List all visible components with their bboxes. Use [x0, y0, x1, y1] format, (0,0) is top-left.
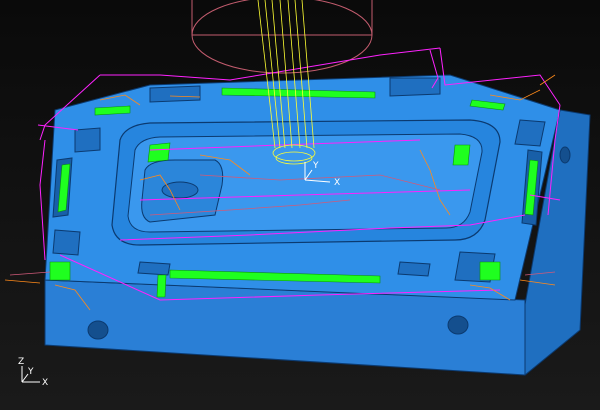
view-axis-x-label: X: [42, 378, 48, 388]
tool-holder-outline: [191, 0, 373, 74]
tool-axis-x-label: X: [334, 178, 340, 188]
view-axis-z-label: Z: [18, 357, 24, 367]
left-boss-hole: [161, 181, 199, 199]
cam-scene[interactable]: X Y X Z Y: [0, 0, 600, 410]
tool-axis-y-label: Y: [312, 161, 319, 171]
view-axis-y-label: Y: [27, 367, 34, 377]
3d-viewport[interactable]: X Y X Z Y: [0, 0, 600, 410]
